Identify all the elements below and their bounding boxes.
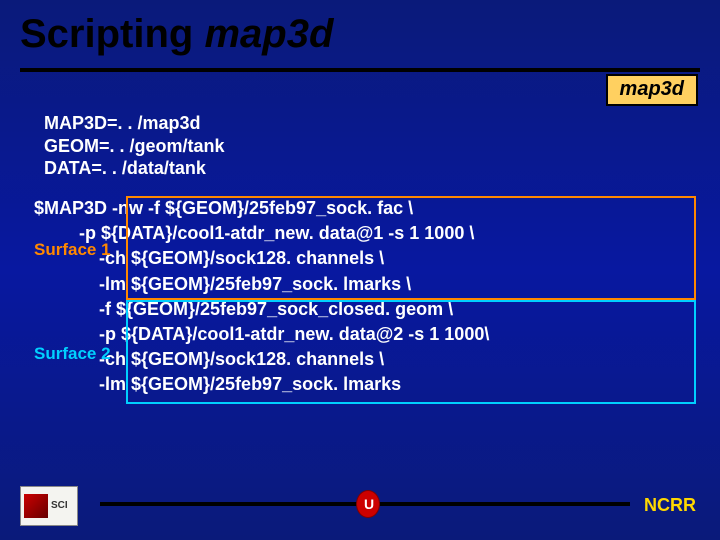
surface-2-label: Surface 2 [34, 344, 111, 364]
footer-emblem-glyph: U [364, 496, 372, 512]
surface-1-label: Surface 1 [34, 240, 111, 260]
sci-logo-square [24, 494, 48, 518]
slide: Scripting map3d map3d MAP3D=. . /map3d G… [0, 0, 720, 540]
env-vars-block: MAP3D=. . /map3d GEOM=. . /geom/tank DAT… [44, 112, 225, 180]
sci-logo: SCI [20, 486, 78, 526]
ncrr-label: NCRR [644, 495, 696, 516]
title-plain: Scripting [20, 12, 204, 56]
command-block: $MAP3D -nw -f ${GEOM}/25feb97_sock. fac … [34, 196, 489, 398]
sci-logo-text: SCI [51, 501, 68, 511]
title-italic: map3d [204, 12, 333, 56]
footer-emblem: U [356, 490, 380, 518]
title-rule [20, 68, 700, 72]
slide-title: Scripting map3d [20, 12, 333, 57]
corner-badge: map3d [606, 74, 698, 106]
